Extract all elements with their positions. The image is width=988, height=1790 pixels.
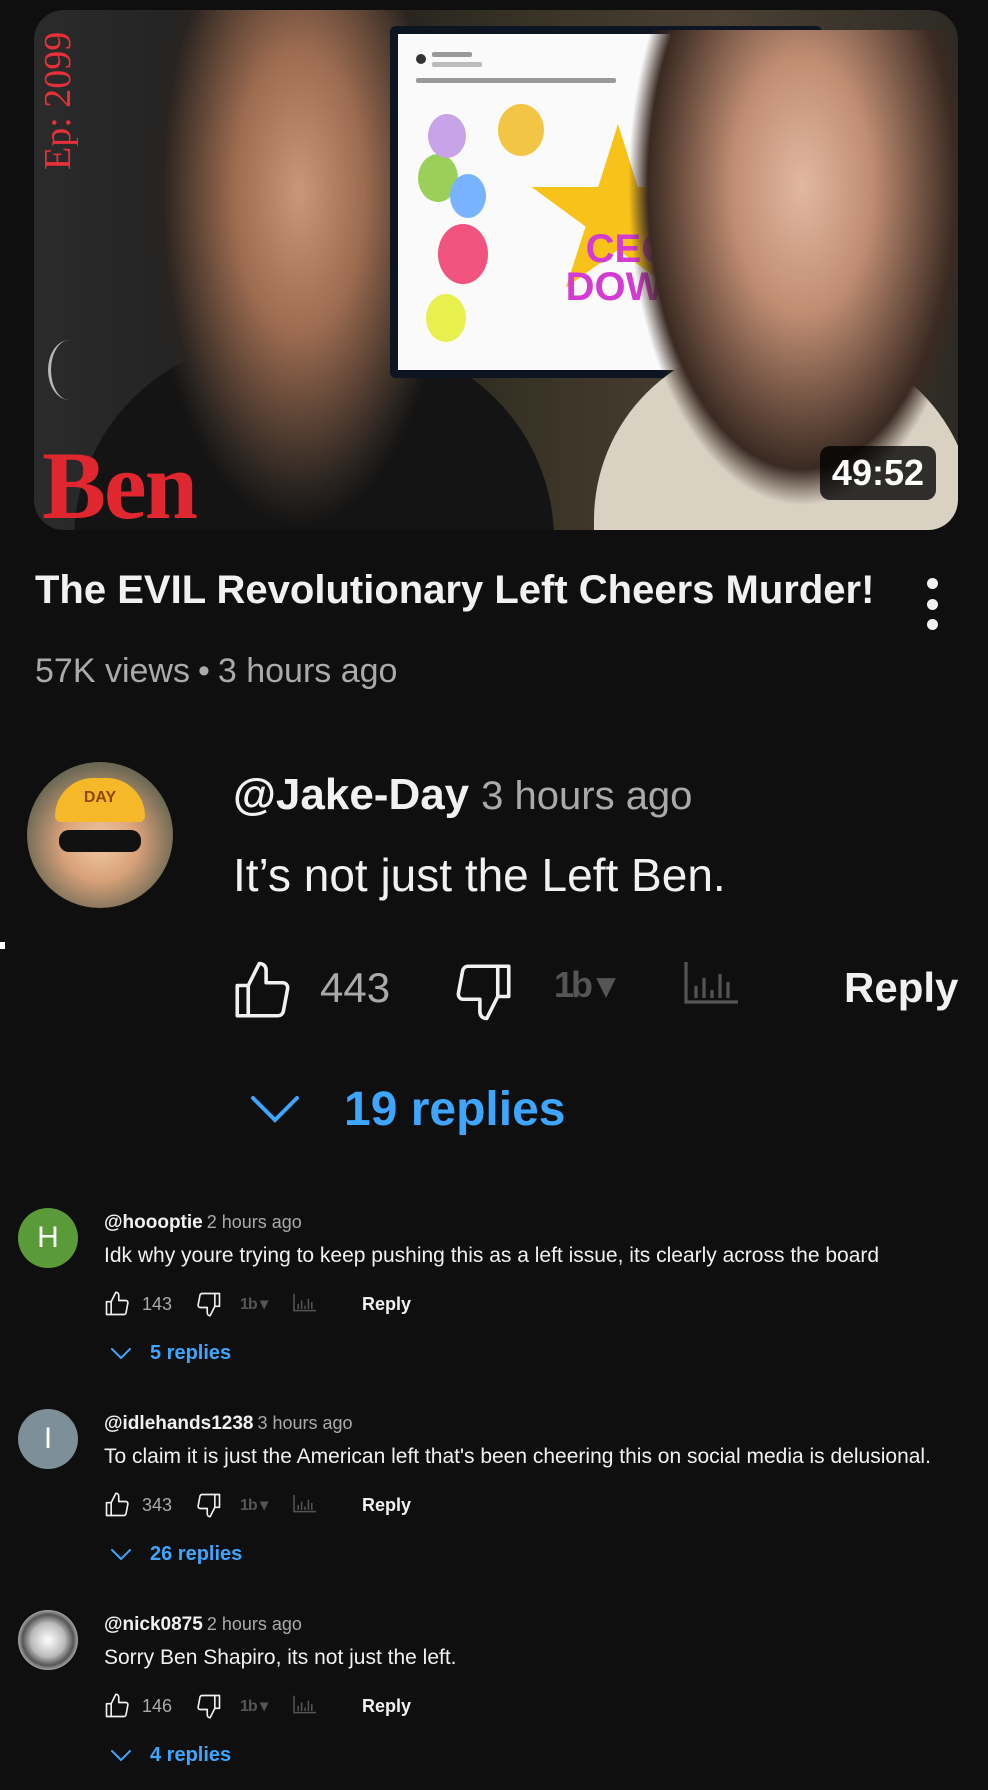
comment-time[interactable]: 2 hours ago: [207, 1614, 302, 1634]
comment-author-row: @nick0875 2 hours ago: [104, 1614, 302, 1636]
chevron-down-icon: [110, 1346, 132, 1365]
like-count: 143: [142, 1294, 173, 1314]
reply-button[interactable]: Reply: [362, 1495, 411, 1516]
avatar[interactable]: H: [18, 1208, 78, 1268]
like-count: 146: [142, 1696, 173, 1716]
comment-author-row: @hoooptie 2 hours ago: [104, 1212, 302, 1234]
commenter-avatar[interactable]: DAY: [27, 762, 173, 908]
video-title[interactable]: The EVIL Revolutionary Left Cheers Murde…: [35, 568, 875, 613]
comment-text: It’s not just the Left Ben.: [233, 849, 726, 901]
chevron-down-icon: [250, 1094, 300, 1129]
comment-time[interactable]: 3 hours ago: [257, 1413, 352, 1433]
comment-text: To claim it is just the American left th…: [104, 1445, 931, 1468]
reply-button[interactable]: Reply: [362, 1294, 411, 1315]
upload-age: 3 hours ago: [217, 652, 398, 690]
replies-count-label: 26 replies: [150, 1543, 243, 1565]
comment-actions: 343 1b ▾ Reply: [102, 1491, 502, 1521]
extension-rating-button[interactable]: 1b ▾: [240, 1696, 268, 1716]
thumbnail-episode-label: Ep: 2099: [37, 31, 79, 170]
dislike-icon[interactable]: [194, 1290, 224, 1323]
like-count: 343: [142, 1495, 173, 1515]
comment-time[interactable]: 3 hours ago: [481, 774, 692, 818]
comment-thread: @nick0875 2 hours ago Sorry Ben Shapiro, …: [0, 1610, 988, 1790]
comment-time[interactable]: 2 hours ago: [207, 1212, 302, 1232]
replies-count-label: 4 replies: [150, 1744, 232, 1766]
stats-chart-icon[interactable]: [682, 958, 742, 1015]
avatar[interactable]: [18, 1610, 78, 1670]
comment-text: Sorry Ben Shapiro, its not just the left…: [104, 1646, 457, 1669]
comment-author-row: @Jake-Day 3 hours ago: [233, 770, 692, 820]
replies-count-label: 19 replies: [344, 1083, 566, 1136]
reply-button[interactable]: Reply: [844, 964, 958, 1012]
comment-text: Idk why youre trying to keep pushing thi…: [104, 1244, 880, 1267]
thumbnail-brand-text: Ben: [42, 432, 198, 530]
comment-author[interactable]: @nick0875: [104, 1614, 203, 1635]
like-icon[interactable]: [228, 958, 296, 1029]
like-icon[interactable]: [102, 1692, 132, 1725]
view-count: 57K views: [35, 652, 190, 690]
avatar[interactable]: I: [18, 1409, 78, 1469]
video-duration-badge: 49:52: [819, 446, 936, 500]
comment-author-row: @idlehands1238 3 hours ago: [104, 1413, 353, 1435]
extension-rating-button[interactable]: 1b ▾: [240, 1294, 268, 1314]
avatar-sunglasses: [59, 830, 141, 852]
chevron-down-icon: [110, 1547, 132, 1566]
chevron-down-icon: [110, 1748, 132, 1767]
stats-chart-icon[interactable]: [292, 1292, 318, 1319]
stats-chart-icon[interactable]: [292, 1493, 318, 1520]
like-icon[interactable]: [102, 1491, 132, 1524]
replies-count-label: 5 replies: [150, 1342, 232, 1364]
comment-actions: 146 1b ▾ Reply: [102, 1692, 502, 1722]
thumbnail-signature: [48, 340, 91, 400]
comment-thread: H @hoooptie 2 hours ago Idk why youre try…: [0, 1208, 988, 1388]
meta-separator: •: [197, 652, 210, 690]
avatar-cap-text: DAY: [55, 778, 145, 822]
comment-author[interactable]: @Jake-Day: [233, 770, 469, 819]
comment-thread: I @idlehands1238 3 hours ago To claim it …: [0, 1409, 988, 1589]
tweet-avatar: [416, 54, 426, 64]
stats-chart-icon[interactable]: [292, 1694, 318, 1721]
dislike-icon[interactable]: [194, 1491, 224, 1524]
dislike-icon[interactable]: [450, 958, 518, 1029]
dislike-icon[interactable]: [194, 1692, 224, 1725]
comment-actions: 143 1b ▾ Reply: [102, 1290, 502, 1320]
video-thumbnail[interactable]: Ep: 2099 Ben CEO DOWN 49:52: [34, 10, 958, 530]
like-icon[interactable]: [102, 1290, 132, 1323]
comment-author[interactable]: @hoooptie: [104, 1212, 203, 1233]
comment-actions: 443 1b ▾ Reply: [228, 954, 958, 1024]
video-metadata: 57K views • 3 hours ago: [35, 652, 397, 691]
edge-marker: [0, 942, 5, 949]
like-count: 443: [320, 964, 391, 1011]
extension-rating-button[interactable]: 1b ▾: [554, 964, 615, 1006]
extension-rating-button[interactable]: 1b ▾: [240, 1495, 268, 1515]
comment-author[interactable]: @idlehands1238: [104, 1413, 253, 1434]
reply-button[interactable]: Reply: [362, 1696, 411, 1717]
more-options-icon[interactable]: [920, 578, 944, 630]
